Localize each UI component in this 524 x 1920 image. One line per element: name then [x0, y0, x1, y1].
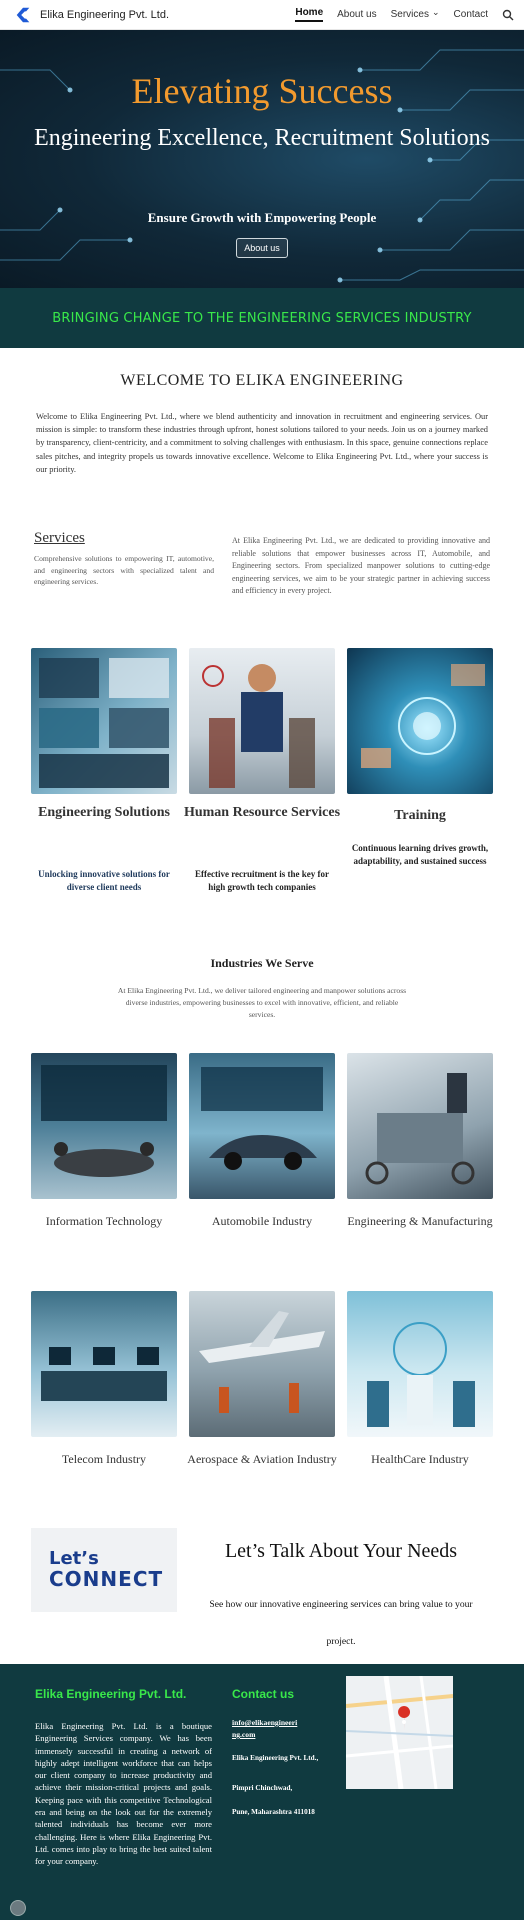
engineering-manufacturing-image — [347, 1053, 493, 1199]
nav-about-us[interactable]: About us — [337, 9, 376, 20]
talk-title: Let’s Talk About Your Needs — [224, 1540, 458, 1562]
search-icon[interactable] — [502, 9, 514, 21]
human-resource-title[interactable]: Human Resource Services — [182, 800, 342, 826]
engineering-solutions-image — [31, 648, 177, 794]
human-resource-image — [189, 648, 335, 794]
site-header: Elika Engineering Pvt. Ltd. Home About u… — [0, 0, 524, 30]
footer-contact-title: Contact us — [232, 1687, 295, 1701]
engineering-solutions-desc: Unlocking innovative solutions for diver… — [38, 869, 170, 892]
welcome-title: WELCOME TO ELIKA ENGINEERING — [120, 372, 404, 389]
automobile-industry-image — [189, 1053, 335, 1199]
footer-address-line2: Pimpri Chinchwad, — [232, 1784, 293, 1792]
aerospace-aviation-image — [189, 1291, 335, 1437]
talk-text: See how our innovative engineering servi… — [209, 1599, 473, 1647]
training-title[interactable]: Training — [340, 803, 500, 829]
nav-contact[interactable]: Contact — [454, 9, 488, 20]
services-intro-left: Comprehensive solutions to empowering IT… — [34, 554, 214, 586]
industry-telecom[interactable]: Telecom Industry — [24, 1446, 184, 1472]
nav-home[interactable]: Home — [295, 7, 324, 22]
engineering-solutions-title[interactable]: Engineering Solutions — [24, 800, 184, 826]
industry-automobile[interactable]: Automobile Industry — [182, 1208, 342, 1234]
training-desc: Continuous learning drives growth, adapt… — [351, 843, 489, 866]
brand-name[interactable]: Elika Engineering Pvt. Ltd. — [40, 9, 295, 21]
banner-text: BRINGING CHANGE TO THE ENGINEERING SERVI… — [52, 310, 472, 326]
industry-aerospace-aviation[interactable]: Aerospace & Aviation Industry — [182, 1446, 342, 1472]
footer-company-title: Elika Engineering Pvt. Ltd. — [35, 1687, 187, 1701]
healthcare-industry-image — [347, 1291, 493, 1437]
training-image — [347, 648, 493, 794]
chat-widget-button[interactable] — [10, 1900, 26, 1916]
telecom-industry-image — [31, 1291, 177, 1437]
information-technology-image — [31, 1053, 177, 1199]
industry-healthcare[interactable]: HealthCare Industry — [340, 1446, 500, 1472]
services-intro-right: At Elika Engineering Pvt. Ltd., we are d… — [232, 536, 490, 595]
industry-information-technology[interactable]: Information Technology — [24, 1208, 184, 1234]
hero-subtitle: Engineering Excellence, Recruitment Solu… — [34, 125, 490, 151]
footer-address-line1: Elika Engineering Pvt. Ltd., — [232, 1754, 319, 1762]
footer-email-link[interactable]: info@elikaengineering.com — [232, 1717, 298, 1741]
connect-image-line2: CONNECT — [49, 1567, 164, 1591]
about-us-button[interactable]: About us — [236, 238, 288, 258]
welcome-text: Welcome to Elika Engineering Pvt. Ltd., … — [36, 412, 488, 474]
location-map[interactable] — [346, 1676, 453, 1789]
hero-section: Elevating Success Engineering Excellence… — [0, 30, 524, 288]
human-resource-desc: Effective recruitment is the key for hig… — [194, 869, 330, 892]
nav-services[interactable]: Services — [391, 9, 440, 20]
industry-engineering-manufacturing[interactable]: Engineering & Manufacturing — [340, 1208, 500, 1234]
footer-about-text: Elika Engineering Pvt. Ltd. is a boutiqu… — [35, 1721, 212, 1867]
connect-image-line1: Let’s — [49, 1548, 99, 1569]
industries-text: At Elika Engineering Pvt. Ltd., we deliv… — [117, 986, 407, 1019]
hero-title: Elevating Success — [131, 71, 393, 111]
hero-tagline: Ensure Growth with Empowering People — [147, 210, 377, 225]
main-nav: Home About us Services Contact — [295, 7, 514, 22]
mission-banner: BRINGING CHANGE TO THE ENGINEERING SERVI… — [0, 288, 524, 348]
industries-title: Industries We Serve — [210, 956, 314, 970]
footer-address-line3: Pune, Maharashtra 411018 — [232, 1808, 315, 1816]
elika-logo-icon[interactable] — [14, 6, 32, 24]
services-title: Services — [34, 530, 85, 546]
lets-connect-image: Let’s CONNECT — [31, 1528, 177, 1612]
